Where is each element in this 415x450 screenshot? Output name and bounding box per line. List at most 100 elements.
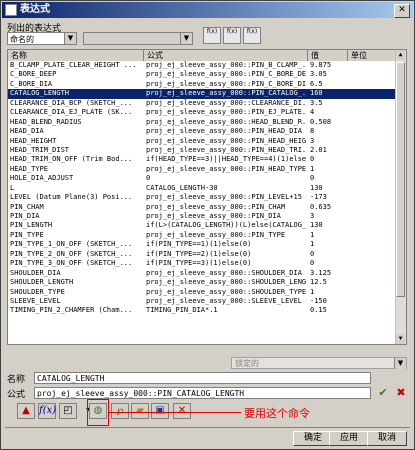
table-row[interactable]: TIMING_PIN_2_CHAMFER (Cham... TIMING_PIN_… [8,306,398,315]
table-row[interactable]: PIN_TYPE_3_ON_OFF (SKETCH_... if(PIN_TYPE… [8,259,398,268]
annotation-text: 要用这个命令 [244,407,310,420]
cell-value: 130 [310,183,323,192]
lock-filter-select[interactable]: 锁定的 ▼ [231,357,407,369]
column-header-name[interactable]: 名称 [8,50,144,61]
table-row[interactable]: LEVEL (Datum Plane(3) Posi... proj_ej_sle… [8,193,398,202]
cell-name: TIMING_PIN_2_CHAMFER (Cham... [10,306,133,315]
cell-name: L [10,183,15,192]
cell-formula: proj_ej_sleeve_assy_000::SHOULDER_DIA [146,268,302,277]
delete-icon[interactable]: ✕ [173,403,191,419]
table-row[interactable]: HEAD_DIA proj_ej_sleeve_assy_000::PIN_HEA… [8,127,398,136]
listed-type-select[interactable]: 命名的 ▼ [7,32,77,45]
column-header-unit[interactable]: 单位 [348,50,398,61]
cell-formula: if(PIN_TYPE==3)(1)else(0) [146,259,252,268]
cell-value: 1 [310,287,315,296]
table-row[interactable]: CATALOG_LENGTH proj_ej_sleeve_assy_000::P… [8,89,398,99]
chevron-down-icon[interactable]: ▼ [180,33,192,44]
scroll-up-icon[interactable]: ▲ [396,50,405,60]
cell-value: 3.125 [310,268,332,277]
table-row[interactable]: PIN_CHAM proj_ej_sleeve_assy_000::PIN_CHA… [8,203,398,212]
cell-formula: proj_ej_sleeve_assy_000::SHOULDER_TYPE [146,287,306,296]
formula-label: 公式 [7,390,26,400]
table-row[interactable]: HEAD_BLEND_RADIUS proj_ej_sleeve_assy_000… [8,118,398,127]
cell-value: 3.05 [310,70,327,79]
vertical-scrollbar[interactable]: ▲ ▼ [395,50,406,344]
accept-check-icon[interactable]: ✔ [375,386,391,400]
chevron-down-icon[interactable]: ▼ [394,358,406,369]
cell-name: PIN_CHAM [10,202,44,211]
table-row[interactable]: C_BORE_DEEP proj_ej_sleeve_assy_000::PIN_… [8,70,398,79]
cell-name: HEAD_TRIM_ON_OFF (Trim Bod... [10,155,133,164]
cell-value: 1 [310,240,315,249]
table-row[interactable]: CLEARANCE_DIA_BCP (SKETCH_... proj_ej_sle… [8,99,398,108]
cell-formula: TIMING_PIN_DIA*.1 [146,306,218,315]
table-row[interactable]: PIN_LENGTH if(L>(CATALOG_LENGTH))(L)else(… [8,221,398,230]
cell-formula: proj_ej_sleeve_assy_000::PIN_C_BORE_DIA [146,79,306,88]
table-row[interactable]: PIN_TYPE proj_ej_sleeve_assy_000::PIN_TYP… [8,231,398,240]
column-header-formula[interactable]: 公式 [144,50,308,61]
cell-formula: proj_ej_sleeve_assy_000::PIN_LEVEL+15 [146,193,302,202]
cell-formula: if(HEAD_TYPE==3)||HEAD_TYPE==4)(1)else(0… [146,155,306,164]
table-row[interactable]: B_CLAMP_PLATE_CLEAR_HEIGHT ... proj_ej_sl… [8,61,398,70]
import-list-icon[interactable]: f(x) [223,27,241,44]
chevron-down-icon[interactable]: ▼ [64,33,76,44]
cell-value: -150 [310,296,327,305]
up-triangle-icon[interactable]: ▲ [17,403,35,419]
apply-button[interactable]: 应用 [329,431,369,446]
table-row[interactable]: PIN_TYPE_1_ON_OFF (SKETCH_... if(PIN_TYPE… [8,240,398,249]
table-row[interactable]: HEAD_HEIGHT proj_ej_sleeve_assy_000::PIN_… [8,137,398,146]
cell-value: 130 [310,221,323,230]
table-row[interactable]: CLEARANCE_DIA_EJ_PLATE (SK... proj_ej_sle… [8,108,398,117]
table-row[interactable]: C_BORE_DIA proj_ej_sleeve_assy_000::PIN_C… [8,80,398,89]
measure-icon[interactable]: ◰ [59,403,77,419]
cell-name: C_BORE_DIA [10,79,53,88]
cell-formula: proj_ej_sleeve_assy_000::HEAD_BLEND_R... [146,117,306,126]
table-row[interactable]: SHOULDER_LENGTH proj_ej_sleeve_assy_000::… [8,278,398,287]
table-row[interactable]: HEAD_TRIM_ON_OFF (Trim Bod... if(HEAD_TYP… [8,155,398,164]
cell-value: 3 [310,212,315,220]
cell-formula: proj_ej_sleeve_assy_000::PIN_HEAD_DIA [146,127,302,136]
scroll-down-icon[interactable]: ▼ [396,334,405,344]
function-icon[interactable]: f(x) [38,403,56,419]
open-folder-icon[interactable]: ▰ [131,403,149,419]
annotation-highlight-box [87,399,109,426]
formula-input[interactable]: proj_ej_sleeve_assy_000::PIN_CATALOG_LEN… [34,387,371,399]
export-icon[interactable]: f(x) [203,27,221,44]
table-row[interactable]: HEAD_TYPE proj_ej_sleeve_assy_000::PIN_HE… [8,165,398,174]
cell-name: CLEARANCE_DIA_BCP (SKETCH_... [10,98,133,107]
table-row[interactable]: SLEEVE_LEVEL proj_ej_sleeve_assy_000::SLE… [8,297,398,306]
column-header-value[interactable]: 值 [308,50,348,61]
cell-name: SHOULDER_LENGTH [10,278,74,287]
cell-name: PIN_TYPE_3_ON_OFF (SKETCH_... [10,259,133,268]
table-row[interactable]: SHOULDER_DIA proj_ej_sleeve_assy_000::SHO… [8,269,398,278]
cell-formula: proj_ej_sleeve_assy_000::SLEEVE_LEVEL [146,296,302,305]
table-row[interactable]: PIN_DIA proj_ej_sleeve_assy_000::PIN_DIA 3 [8,212,398,221]
reject-x-icon[interactable]: ✖ [393,386,409,400]
table-header: 名称 公式 值 单位 [8,50,398,61]
window-title: 表达式 [20,4,50,15]
cell-formula: proj_ej_sleeve_assy_000::SHOULDER_LENGTH [146,278,306,287]
table-row[interactable]: SHOULDER_TYPE proj_ej_sleeve_assy_000::SH… [8,288,398,297]
close-icon[interactable]: ✕ [394,4,410,18]
cell-formula: proj_ej_sleeve_assy_000::PIN_B_CLAMP_... [146,61,306,69]
app-icon [5,4,17,16]
table-row[interactable]: L CATALOG_LENGTH-30 130 [8,184,398,193]
table-row[interactable]: HOLE_DIA_ADJUST 0 0 [8,174,398,183]
cell-name: SHOULDER_TYPE [10,287,65,296]
cell-formula: proj_ej_sleeve_assy_000::PIN_C_BORE_DEEP [146,70,306,79]
cell-formula: CATALOG_LENGTH-30 [146,183,218,192]
table-row[interactable]: PIN_TYPE_2_ON_OFF (SKETCH_... if(PIN_TYPE… [8,250,398,259]
name-input[interactable]: CATALOG_LENGTH [34,372,371,384]
scroll-thumb[interactable] [396,62,405,297]
cell-name: LEVEL (Datum Plane(3) Posi... [10,193,133,202]
cell-formula: if(PIN_TYPE==1)(1)else(0) [146,240,252,249]
table-body: B_CLAMP_PLATE_CLEAR_HEIGHT ... proj_ej_sl… [8,61,398,316]
secondary-select[interactable]: ▼ [83,32,193,45]
cell-name: HEAD_HEIGHT [10,136,57,145]
edit-interpart-link-icon[interactable]: ℘ [111,403,129,419]
import-file-icon[interactable]: f(x) [243,27,261,44]
save-icon[interactable]: ▣ [151,403,169,419]
ok-button[interactable]: 确定 [293,431,333,446]
cancel-button[interactable]: 取消 [367,431,407,446]
table-row[interactable]: HEAD_TRIM_DIST proj_ej_sleeve_assy_000::P… [8,146,398,155]
